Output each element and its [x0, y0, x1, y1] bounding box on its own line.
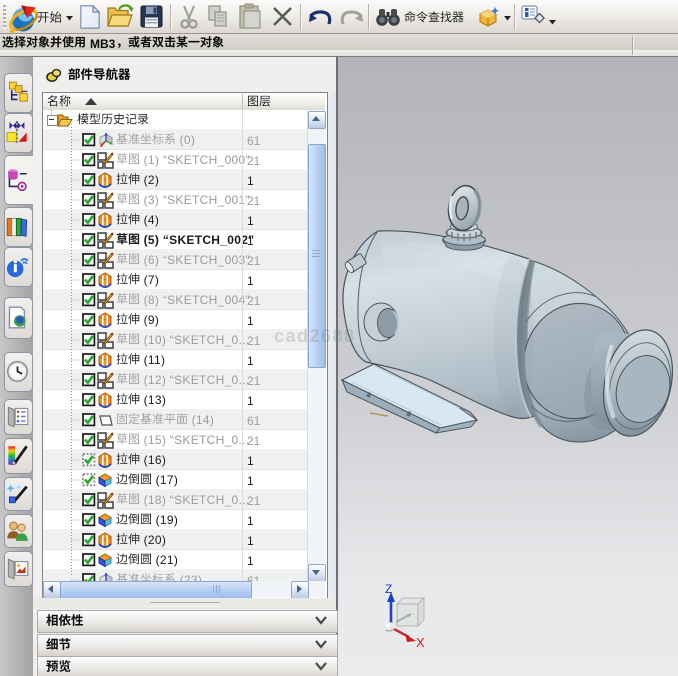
svg-text:X: X	[416, 635, 425, 650]
svg-text:Z: Z	[385, 582, 392, 596]
